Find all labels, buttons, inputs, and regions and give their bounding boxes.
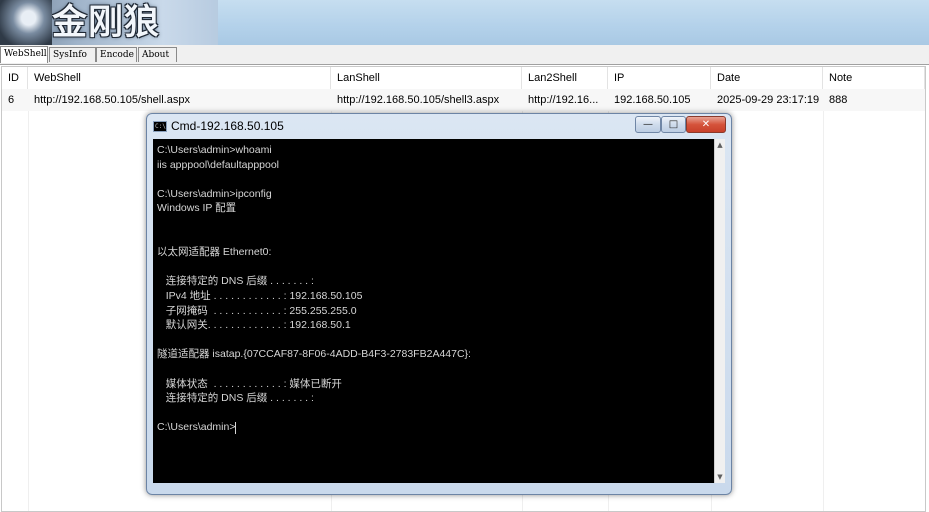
cell-date: 2025-09-29 23:17:19 [717,94,820,106]
scroll-down-arrow-icon[interactable]: ▼ [715,471,725,483]
console-line: 隧道适配器 isatap.{07CCAF87-8F06-4ADD-B4F3-27… [157,348,471,361]
console-icon: C:\ [153,121,167,132]
minimize-button[interactable]: — [635,116,661,133]
cell-webshell: http://192.168.50.105/shell.aspx [34,94,190,106]
column-header-note[interactable]: Note [823,67,925,89]
console-line: 连接特定的 DNS 后缀 . . . . . . . : [157,392,314,405]
cmd-titlebar[interactable]: C:\ Cmd-192.168.50.105 — □ ✕ [147,114,731,138]
cmd-scrollbar[interactable]: ▲ ▼ [714,139,725,483]
tab-about[interactable]: About [138,47,177,62]
column-header-ip[interactable]: IP [608,67,711,89]
app-banner: 金刚狼 [0,0,929,45]
console-line: C:\Users\admin>ipconfig [157,187,272,200]
scroll-up-arrow-icon[interactable]: ▲ [715,139,725,151]
console-line: iis apppool\defaultapppool [157,158,280,171]
column-divider [823,111,824,511]
console-lines: C:\Users\admin>whoami iis apppool\default… [157,143,471,435]
tab-sysinfo[interactable]: SysInfo [49,47,96,62]
cell-id: 6 [8,94,15,106]
console-line: Windows IP 配置 [157,202,237,215]
cell-lan2shell: http://192.16... [528,94,599,106]
console-line: 默认网关. . . . . . . . . . . . . : 192.168.… [157,319,351,332]
table-row[interactable]: 6 http://192.168.50.105/shell.aspx http:… [2,89,925,111]
tab-webshell[interactable]: WebShell [0,46,48,63]
app-logo: 金刚狼 [0,0,218,45]
cmd-window[interactable]: C:\ Cmd-192.168.50.105 — □ ✕ C:\Users\ad… [146,113,732,495]
table-header-row: ID WebShell LanShell Lan2Shell IP Date N… [2,67,925,90]
cell-lanshell: http://192.168.50.105/shell3.aspx [337,94,500,106]
console-line: 连接特定的 DNS 后缀 . . . . . . . : [157,275,314,288]
column-header-lan2shell[interactable]: Lan2Shell [522,67,608,89]
cmd-console-output[interactable]: C:\Users\admin>whoami iis apppool\default… [153,139,714,483]
tab-bar: WebShell SysInfo Encode About [0,45,929,65]
app-logo-title: 金刚狼 [52,2,161,43]
close-icon: ✕ [701,119,711,130]
close-button[interactable]: ✕ [686,116,726,133]
tab-encode[interactable]: Encode [96,47,137,62]
console-line: C:\Users\admin> [157,421,237,434]
minimize-icon: — [643,119,653,130]
maximize-button[interactable]: □ [661,116,686,133]
column-header-date[interactable]: Date [711,67,823,89]
column-divider [28,111,29,511]
cell-ip: 192.168.50.105 [614,94,691,106]
column-header-lanshell[interactable]: LanShell [331,67,522,89]
cmd-window-title: Cmd-192.168.50.105 [171,119,284,133]
cell-note: 888 [829,94,848,106]
column-header-id[interactable]: ID [2,67,28,89]
console-line: 以太网适配器 Ethernet0: [157,246,272,259]
console-line: 媒体状态 . . . . . . . . . . . . : 媒体已断开 [157,377,342,390]
wolf-emblem-icon [0,0,52,45]
column-header-webshell[interactable]: WebShell [28,67,331,89]
console-line: 子网掩码 . . . . . . . . . . . . : 255.255.2… [157,304,357,317]
console-line: IPv4 地址 . . . . . . . . . . . . : 192.16… [157,289,363,302]
text-cursor [235,421,237,434]
console-line: C:\Users\admin>whoami [157,144,272,156]
maximize-icon: □ [668,119,679,130]
